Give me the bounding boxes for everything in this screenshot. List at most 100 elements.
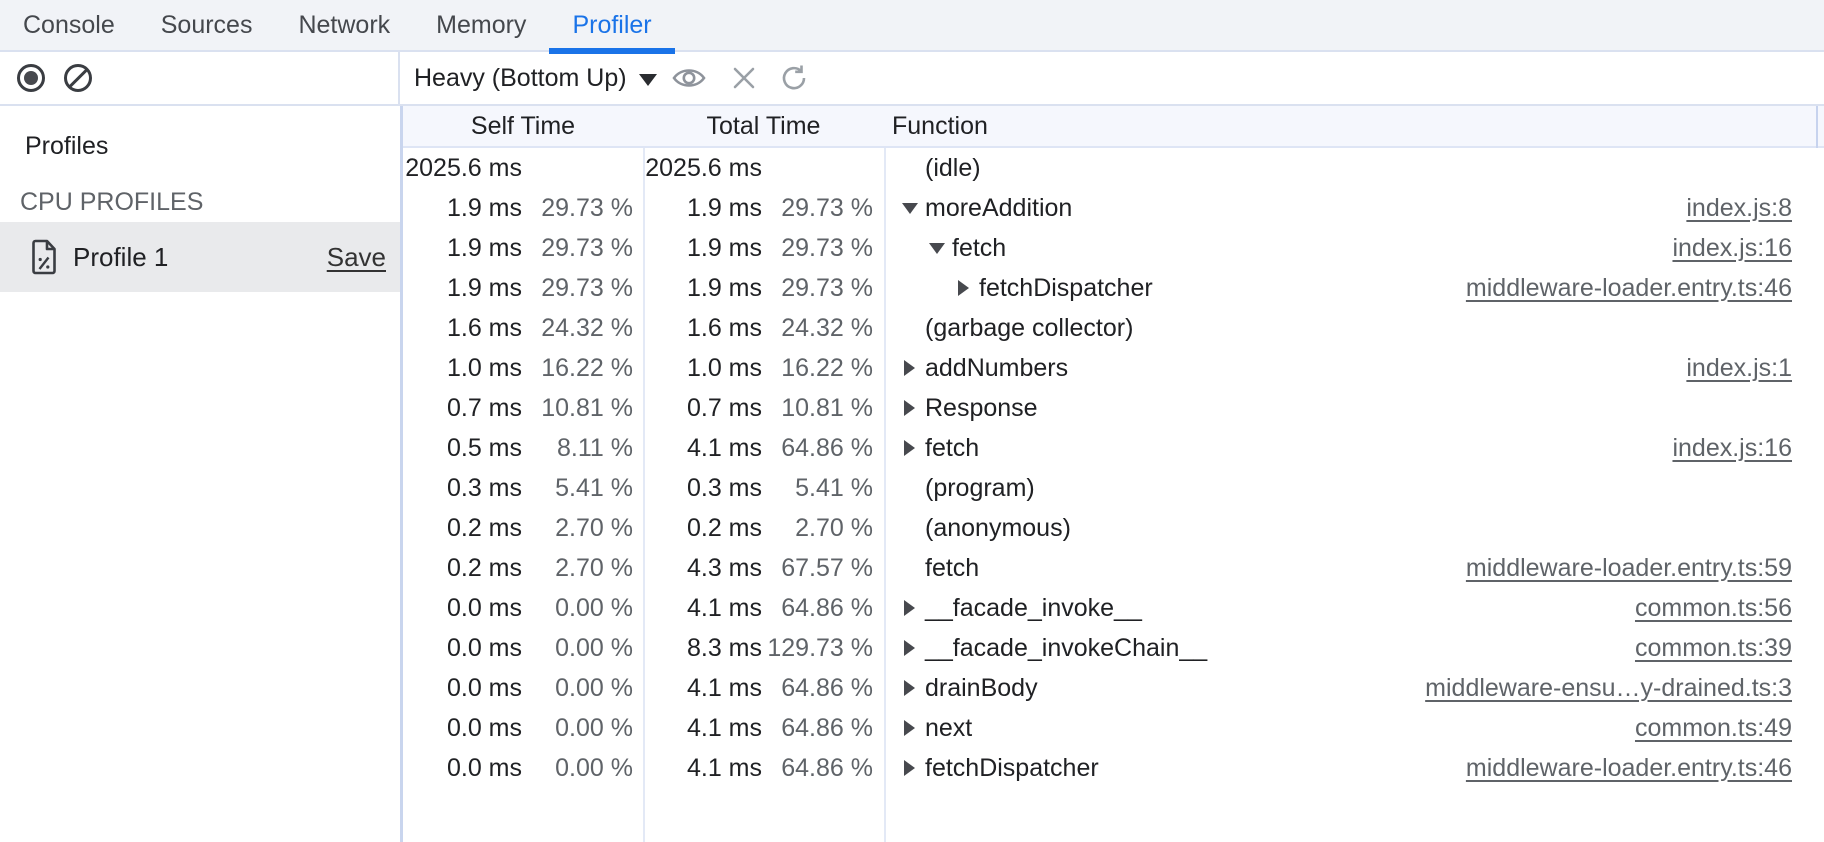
triangle-right-icon [904,680,915,696]
block-circle-icon[interactable] [64,64,92,92]
function-cell: fetchDispatcher [902,748,1099,788]
arrow-placeholder [902,561,917,576]
table-row[interactable]: 0.2 ms2.70 %4.3 ms67.57 %fetchmiddleware… [403,548,1824,588]
arrow-placeholder [902,321,917,336]
expand-arrow-icon[interactable] [902,641,917,656]
function-cell: fetchDispatcher [956,268,1153,308]
total-time-ms: 1.0 ms [643,348,762,388]
tab-profiler[interactable]: Profiler [549,0,674,50]
table-row[interactable]: 1.9 ms29.73 %1.9 ms29.73 %fetchindex.js:… [403,228,1824,268]
table-row[interactable]: 0.2 ms2.70 %0.2 ms2.70 %(anonymous) [403,508,1824,548]
grid-rows: 2025.6 ms2025.6 ms(idle)1.9 ms29.73 %1.9… [403,148,1824,788]
self-time-pct: 16.22 % [522,348,633,388]
tab-sources[interactable]: Sources [138,0,276,50]
column-header-total-time[interactable]: Total Time [643,106,884,146]
table-row[interactable]: 1.9 ms29.73 %1.9 ms29.73 %fetchDispatche… [403,268,1824,308]
expand-arrow-icon[interactable] [902,601,917,616]
function-name: addNumbers [925,348,1068,388]
total-time-pct: 16.22 % [762,348,873,388]
table-row[interactable]: 1.6 ms24.32 %1.6 ms24.32 %(garbage colle… [403,308,1824,348]
grid-header-row: Self Time Total Time Function [403,106,1824,148]
expand-arrow-icon[interactable] [956,281,971,296]
source-link[interactable]: index.js:16 [1672,228,1792,268]
triangle-right-icon [958,280,969,296]
self-time-ms: 0.0 ms [403,628,522,668]
table-row[interactable]: 0.0 ms0.00 %8.3 ms129.73 %__facade_invok… [403,628,1824,668]
expand-arrow-icon[interactable] [902,441,917,456]
expand-arrow-icon[interactable] [902,361,917,376]
devtools-tab-bar: ConsoleSourcesNetworkMemoryProfiler [0,0,1824,52]
table-row[interactable]: 0.0 ms0.00 %4.1 ms64.86 %__facade_invoke… [403,588,1824,628]
function-cell: Response [902,388,1038,428]
profiler-record-controls [0,52,400,104]
total-time-pct: 10.81 % [762,388,873,428]
total-time-pct: 67.57 % [762,548,873,588]
function-cell: (program) [902,468,1035,508]
column-header-self-time[interactable]: Self Time [403,106,643,146]
triangle-right-icon [904,600,915,616]
source-link[interactable]: common.ts:49 [1635,708,1792,748]
total-time-ms: 4.1 ms [643,708,762,748]
total-time-pct: 29.73 % [762,228,873,268]
table-row[interactable]: 0.0 ms0.00 %4.1 ms64.86 %nextcommon.ts:4… [403,708,1824,748]
source-link[interactable]: middleware-loader.entry.ts:46 [1466,748,1792,788]
source-link[interactable]: common.ts:56 [1635,588,1792,628]
expand-arrow-icon[interactable] [929,241,944,256]
self-time-pct: 0.00 % [522,588,633,628]
function-name: __facade_invoke__ [925,588,1142,628]
profile-name: Profile 1 [73,242,327,273]
source-link[interactable]: index.js:1 [1686,348,1792,388]
table-row[interactable]: 1.9 ms29.73 %1.9 ms29.73 %moreAdditionin… [403,188,1824,228]
record-circle-icon[interactable] [17,64,45,92]
expand-arrow-icon[interactable] [902,681,917,696]
self-time-ms: 0.2 ms [403,548,522,588]
source-link[interactable]: index.js:16 [1672,428,1792,468]
column-header-function[interactable]: Function [892,106,988,146]
function-name: drainBody [925,668,1038,708]
table-row[interactable]: 0.0 ms0.00 %4.1 ms64.86 %drainBodymiddle… [403,668,1824,708]
self-time-ms: 0.0 ms [403,748,522,788]
total-time-ms: 4.3 ms [643,548,762,588]
function-cell: (anonymous) [902,508,1071,548]
function-name: (idle) [925,148,981,188]
profiler-main: Profiles CPU PROFILES Profile 1 Save Sel… [0,106,1824,842]
close-x-icon[interactable] [732,66,756,90]
total-time-pct: 29.73 % [762,268,873,308]
self-time-ms: 1.9 ms [403,268,522,308]
expand-arrow-icon[interactable] [902,721,917,736]
source-link[interactable]: middleware-loader.entry.ts:59 [1466,548,1792,588]
table-row[interactable]: 2025.6 ms2025.6 ms(idle) [403,148,1824,188]
source-link[interactable]: middleware-ensu…y-drained.ts:3 [1425,668,1792,708]
chevron-down-icon[interactable] [639,74,657,86]
function-cell: fetch [902,428,979,468]
table-row[interactable]: 0.5 ms8.11 %4.1 ms64.86 %fetchindex.js:1… [403,428,1824,468]
function-cell: (idle) [902,148,981,188]
table-row[interactable]: 0.0 ms0.00 %4.1 ms64.86 %fetchDispatcher… [403,748,1824,788]
expand-arrow-icon[interactable] [902,401,917,416]
source-link[interactable]: common.ts:39 [1635,628,1792,668]
tab-console[interactable]: Console [0,0,138,50]
self-time-ms: 0.0 ms [403,588,522,628]
sidebar-item-profile-1[interactable]: Profile 1 Save [0,222,400,292]
refresh-icon[interactable] [780,64,808,92]
triangle-right-icon [904,720,915,736]
table-row[interactable]: 1.0 ms16.22 %1.0 ms16.22 %addNumbersinde… [403,348,1824,388]
self-time-pct: 0.00 % [522,668,633,708]
panel-tabs: ConsoleSourcesNetworkMemoryProfiler [0,0,675,50]
table-row[interactable]: 0.3 ms5.41 %0.3 ms5.41 %(program) [403,468,1824,508]
function-name: fetch [925,428,979,468]
function-cell: addNumbers [902,348,1068,388]
function-name: (program) [925,468,1035,508]
expand-arrow-icon[interactable] [902,761,917,776]
source-link[interactable]: middleware-loader.entry.ts:46 [1466,268,1792,308]
tab-network[interactable]: Network [275,0,413,50]
focus-eye-icon[interactable] [672,66,706,90]
self-time-ms: 0.0 ms [403,708,522,748]
table-row[interactable]: 0.7 ms10.81 %0.7 ms10.81 %Response [403,388,1824,428]
tab-memory[interactable]: Memory [413,0,549,50]
save-profile-link[interactable]: Save [327,242,386,273]
self-time-pct: 29.73 % [522,228,633,268]
source-link[interactable]: index.js:8 [1686,188,1792,228]
view-mode-select[interactable]: Heavy (Bottom Up) [414,64,627,93]
expand-arrow-icon[interactable] [902,201,917,216]
